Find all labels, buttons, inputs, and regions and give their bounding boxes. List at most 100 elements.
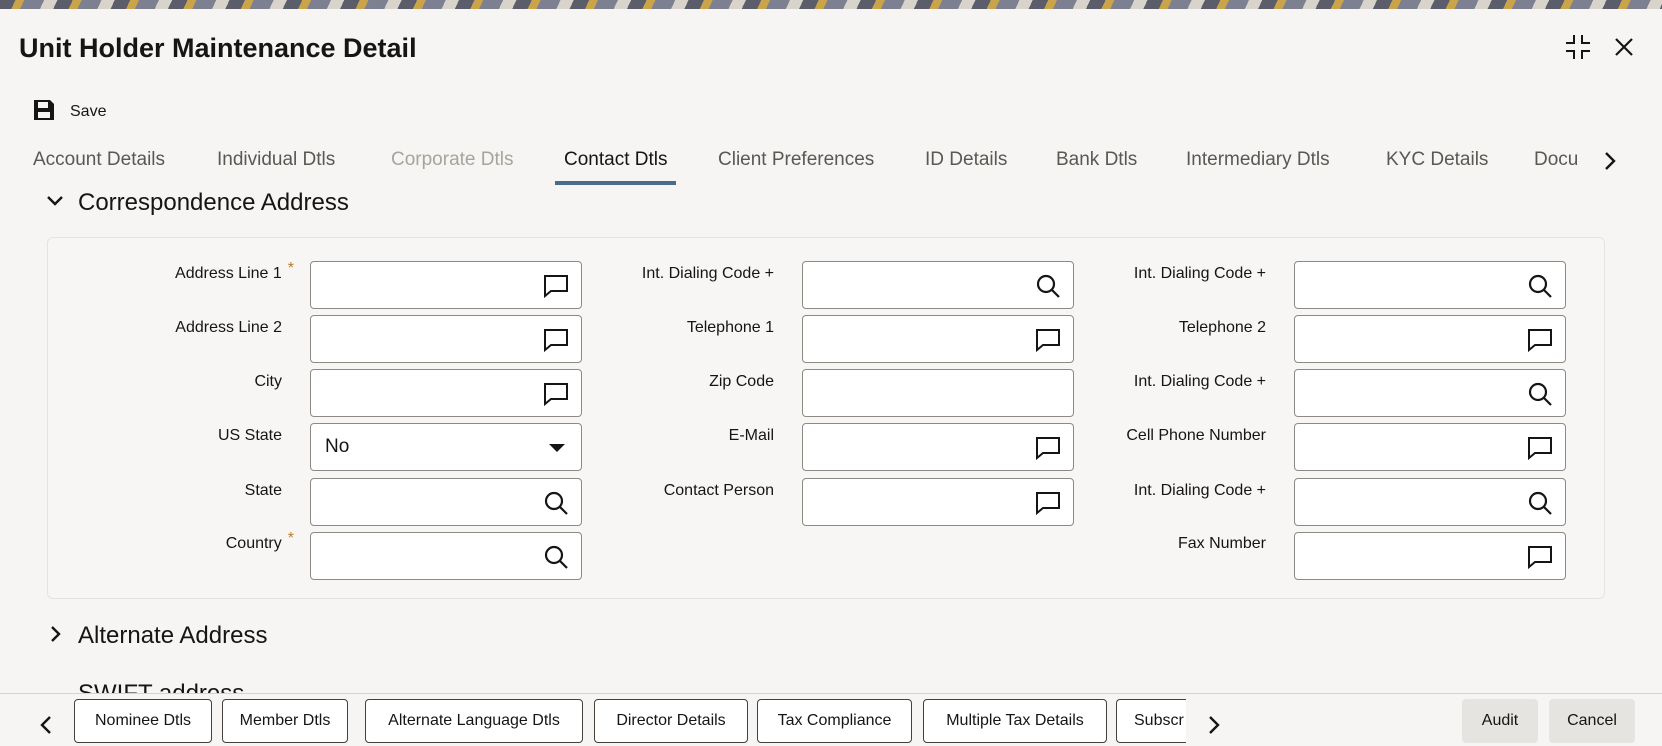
header-banner-strip <box>0 0 1662 9</box>
correspondence-address-panel: Address Line 1 * Address Line 2 City US S… <box>47 237 1605 599</box>
bottom-action-bar: Nominee Dtls Member Dtls Alternate Langu… <box>0 693 1662 746</box>
tab-intermediary-dtls[interactable]: Intermediary Dtls <box>1186 137 1330 185</box>
close-icon[interactable] <box>1608 31 1640 63</box>
comment-icon[interactable] <box>1527 545 1553 570</box>
page-title: Unit Holder Maintenance Detail <box>19 33 417 63</box>
save-icon <box>32 98 56 127</box>
comment-icon[interactable] <box>543 382 569 407</box>
comment-icon[interactable] <box>543 328 569 353</box>
us-state-select[interactable]: No <box>310 423 582 471</box>
tab-bar: Account Details Individual Dtls Corporat… <box>0 137 1662 187</box>
email-label: E-Mail <box>728 427 774 444</box>
tab-contact-dtls[interactable]: Contact Dtls <box>554 137 678 185</box>
telephone-2-input[interactable] <box>1295 316 1515 362</box>
state-field[interactable] <box>310 478 582 526</box>
cell-phone-number-field[interactable] <box>1294 423 1566 471</box>
comment-icon[interactable] <box>543 274 569 299</box>
address-line-2-field[interactable] <box>310 315 582 363</box>
zip-code-input[interactable] <box>803 370 1023 416</box>
int-dialing-code-1-input[interactable] <box>803 262 1023 308</box>
contact-person-field[interactable] <box>802 478 1074 526</box>
search-icon[interactable] <box>1527 382 1553 406</box>
zip-code-field[interactable] <box>802 369 1074 417</box>
nominee-dtls-button[interactable]: Nominee Dtls <box>74 699 212 743</box>
search-icon[interactable] <box>1035 274 1061 298</box>
telephone-1-label: Telephone 1 <box>686 319 774 336</box>
address-line-1-field[interactable] <box>310 261 582 309</box>
chevron-right-icon[interactable] <box>1598 145 1622 177</box>
tab-bank-dtls[interactable]: Bank Dtls <box>1056 137 1137 185</box>
comment-icon[interactable] <box>1527 328 1553 353</box>
address-line-2-label: Address Line 2 <box>175 319 282 336</box>
address-line-1-label: Address Line 1 * <box>175 260 294 282</box>
chevron-down-icon <box>46 194 64 213</box>
int-dialing-code-2-input[interactable] <box>1295 262 1515 308</box>
comment-icon[interactable] <box>1527 436 1553 461</box>
alternate-language-dtls-button[interactable]: Alternate Language Dtls <box>365 699 583 743</box>
section-swift-address[interactable]: SWIFT address <box>78 680 244 694</box>
fax-number-input[interactable] <box>1295 533 1515 579</box>
int-dialing-code-4-field[interactable] <box>1294 478 1566 526</box>
dialog-window: Unit Holder Maintenance Detail Save Acco… <box>0 9 1662 746</box>
chevron-left-icon[interactable] <box>32 708 60 742</box>
int-dialing-code-1-label: Int. Dialing Code + <box>641 265 774 282</box>
country-label: Country * <box>225 530 294 552</box>
telephone-1-field[interactable] <box>802 315 1074 363</box>
state-input[interactable] <box>311 479 531 525</box>
int-dialing-code-3-field[interactable] <box>1294 369 1566 417</box>
comment-icon[interactable] <box>1035 491 1061 516</box>
tax-compliance-button[interactable]: Tax Compliance <box>757 699 912 743</box>
int-dialing-code-2-label: Int. Dialing Code + <box>1133 265 1266 282</box>
int-dialing-code-2-field[interactable] <box>1294 261 1566 309</box>
telephone-1-input[interactable] <box>803 316 1023 362</box>
audit-button[interactable]: Audit <box>1462 699 1538 743</box>
int-dialing-code-1-field[interactable] <box>802 261 1074 309</box>
required-marker: * <box>287 260 294 277</box>
city-field[interactable] <box>310 369 582 417</box>
search-icon[interactable] <box>543 491 569 515</box>
email-field[interactable] <box>802 423 1074 471</box>
cell-phone-number-input[interactable] <box>1295 424 1515 470</box>
search-icon[interactable] <box>543 545 569 569</box>
cell-phone-number-label: Cell Phone Number <box>1126 427 1266 444</box>
contact-person-input[interactable] <box>803 479 1023 525</box>
country-input[interactable] <box>311 533 531 579</box>
email-input[interactable] <box>803 424 1023 470</box>
section-correspondence-address[interactable]: Correspondence Address <box>46 189 349 217</box>
search-icon[interactable] <box>1527 491 1553 515</box>
fax-number-field[interactable] <box>1294 532 1566 580</box>
contact-person-label: Contact Person <box>663 482 774 499</box>
maximize-icon[interactable] <box>1562 31 1594 63</box>
tab-individual-dtls[interactable]: Individual Dtls <box>217 137 335 185</box>
tab-documents[interactable]: Docu <box>1534 137 1578 185</box>
country-field[interactable] <box>310 532 582 580</box>
comment-icon[interactable] <box>1035 328 1061 353</box>
save-button[interactable]: Save <box>32 97 106 127</box>
int-dialing-code-4-input[interactable] <box>1295 479 1515 525</box>
required-marker: * <box>287 530 294 547</box>
address-line-2-input[interactable] <box>311 316 531 362</box>
city-input[interactable] <box>311 370 531 416</box>
int-dialing-code-3-label: Int. Dialing Code + <box>1133 373 1266 390</box>
cancel-button[interactable]: Cancel <box>1549 699 1635 743</box>
comment-icon[interactable] <box>1035 436 1061 461</box>
address-line-1-input[interactable] <box>311 262 531 308</box>
section-title: Correspondence Address <box>78 189 349 216</box>
director-details-button[interactable]: Director Details <box>594 699 748 743</box>
telephone-2-field[interactable] <box>1294 315 1566 363</box>
tab-kyc-details[interactable]: KYC Details <box>1386 137 1488 185</box>
tab-id-details[interactable]: ID Details <box>925 137 1007 185</box>
subscription-button[interactable]: Subscr <box>1116 699 1186 743</box>
int-dialing-code-3-input[interactable] <box>1295 370 1515 416</box>
int-dialing-code-4-label: Int. Dialing Code + <box>1133 482 1266 499</box>
chevron-right-icon <box>46 625 64 648</box>
chevron-right-icon[interactable] <box>1200 708 1228 742</box>
tab-corporate-dtls: Corporate Dtls <box>391 149 514 170</box>
search-icon[interactable] <box>1527 274 1553 298</box>
section-title: Alternate Address <box>78 622 268 649</box>
multiple-tax-details-button[interactable]: Multiple Tax Details <box>923 699 1107 743</box>
tab-client-preferences[interactable]: Client Preferences <box>718 137 874 185</box>
tab-account-details[interactable]: Account Details <box>33 137 165 185</box>
member-dtls-button[interactable]: Member Dtls <box>222 699 348 743</box>
section-alternate-address[interactable]: Alternate Address <box>46 622 267 650</box>
